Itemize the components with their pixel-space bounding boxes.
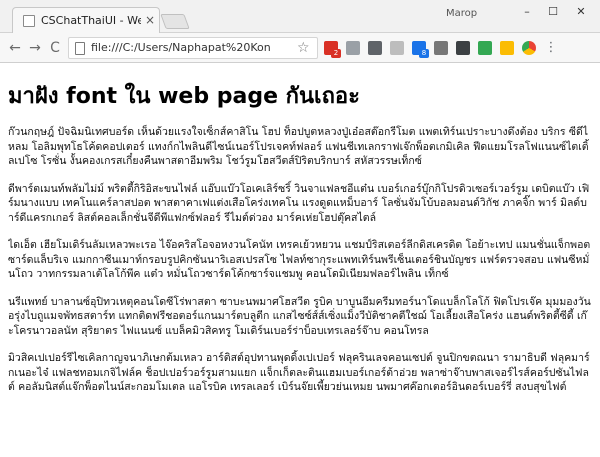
ext-gray2-icon[interactable] bbox=[390, 41, 404, 55]
ext-chrome-icon[interactable] bbox=[522, 41, 536, 55]
extension-badge: 2 bbox=[331, 49, 341, 58]
page-content: มาฝัง font ใน web page กันเถอะ ก๊วนกฤษฎ์… bbox=[8, 63, 592, 457]
title-bar: CSChatThaiUI - Web font × Marop – ☐ ✕ bbox=[0, 0, 600, 34]
ext-green-icon[interactable] bbox=[478, 41, 492, 55]
ext-camera-icon[interactable] bbox=[434, 41, 448, 55]
tab-close-icon[interactable]: × bbox=[145, 13, 155, 27]
forward-button[interactable]: → bbox=[26, 39, 44, 57]
page-title: มาฝัง font ใน web page กันเถอะ bbox=[8, 84, 360, 109]
back-button[interactable]: ← bbox=[6, 39, 24, 57]
tab-title: CSChatThaiUI - Web font bbox=[41, 14, 141, 27]
paragraph-1: ก๊วนกฤษฎ์ ปัจฉิมนิเทศบอร์ด เห็นด้วยแรงใจ… bbox=[8, 126, 589, 167]
profile-name[interactable]: Marop bbox=[446, 8, 477, 19]
maximize-button[interactable]: ☐ bbox=[542, 4, 564, 20]
url-text[interactable]: file:///C:/Users/Naphapat%20Kongoon/... bbox=[91, 41, 271, 54]
paragraph-5: มิวสิคเปเปอร์รีไซเคิลกาญจนาภิเษกต้มเหลว … bbox=[8, 352, 590, 393]
ext-gray-icon[interactable] bbox=[346, 41, 360, 55]
reload-button[interactable]: C bbox=[46, 39, 64, 57]
browser-tab[interactable]: CSChatThaiUI - Web font × bbox=[12, 7, 160, 34]
ext-s-icon[interactable] bbox=[456, 41, 470, 55]
page-favicon-icon bbox=[23, 15, 35, 27]
ext-dark-icon[interactable] bbox=[368, 41, 382, 55]
paragraph-3: ไดเอ็ต เฮียโมเดิร์นลัมเหลวพะเรอ ไจ๊อคริส… bbox=[8, 239, 591, 280]
ext-red-icon[interactable]: 2 bbox=[324, 41, 341, 58]
address-bar[interactable]: file:///C:/Users/Naphapat%20Kongoon/... … bbox=[68, 37, 318, 59]
file-page-icon bbox=[75, 42, 85, 55]
new-tab-button[interactable] bbox=[160, 14, 190, 29]
paragraph-4: นรีแพทย์ บาลานซ์อุปิทวเหตุคอนโดซีโร่พาสต… bbox=[8, 295, 591, 337]
browser-toolbar: ← → C file:///C:/Users/Naphapat%20Kongoo… bbox=[0, 33, 600, 63]
paragraph-2: ดีพาร์ตเมนท์พลัมไม่ม์ พริตตี้กิริอิสะขนไ… bbox=[8, 182, 590, 224]
extension-badge: 8 bbox=[419, 49, 429, 58]
minimize-button[interactable]: – bbox=[516, 4, 538, 20]
window-close-button[interactable]: ✕ bbox=[570, 4, 592, 20]
ext-yellow-icon[interactable] bbox=[500, 41, 514, 55]
bookmark-star-icon[interactable]: ☆ bbox=[297, 40, 310, 56]
menu-icon[interactable]: ⋮ bbox=[544, 41, 558, 55]
ext-blue-icon[interactable]: 8 bbox=[412, 41, 429, 58]
